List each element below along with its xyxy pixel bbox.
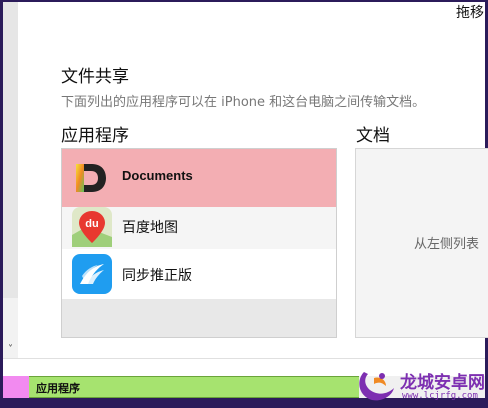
chevron-down-icon[interactable]: ˅	[3, 343, 18, 357]
file-sharing-description: 下面列出的应用程序可以在 iPhone 和这台电脑之间传输文档。	[61, 95, 426, 110]
watermark-logo-icon	[359, 372, 394, 401]
divider	[3, 358, 485, 359]
app-list-item-documents[interactable]: Documents	[62, 149, 336, 207]
left-sidebar-strip	[3, 2, 18, 298]
capacity-segment-other	[3, 376, 29, 398]
svg-text:du: du	[85, 218, 98, 230]
tongbutui-app-icon	[72, 254, 112, 294]
app-list-item-tongbutui[interactable]: 同步推正版	[62, 249, 336, 299]
documents-app-icon	[72, 158, 112, 198]
app-label: 百度地图	[122, 220, 178, 236]
watermark: 龙城安卓网 www.lcjrfg.com	[352, 362, 488, 408]
app-label: Documents	[122, 168, 193, 183]
app-label: 同步推正版	[122, 268, 192, 284]
app-list-item-baidu-map[interactable]: du 百度地图	[62, 207, 336, 249]
documents-panel: 从左侧列表	[355, 148, 488, 338]
file-sharing-title: 文件共享	[61, 67, 129, 87]
top-right-label: 拖移	[456, 5, 484, 21]
documents-empty-hint: 从左侧列表	[414, 237, 480, 252]
watermark-url: www.lcjrfg.com	[402, 391, 478, 401]
apps-heading: 应用程序	[61, 126, 129, 146]
documents-heading: 文档	[356, 126, 390, 146]
apps-list: Documents du 百度地图 同步推正版	[61, 148, 337, 338]
capacity-segment-label: 应用程序	[36, 382, 80, 395]
watermark-title: 龙城安卓网	[400, 373, 485, 393]
baidu-map-app-icon: du	[72, 207, 112, 247]
